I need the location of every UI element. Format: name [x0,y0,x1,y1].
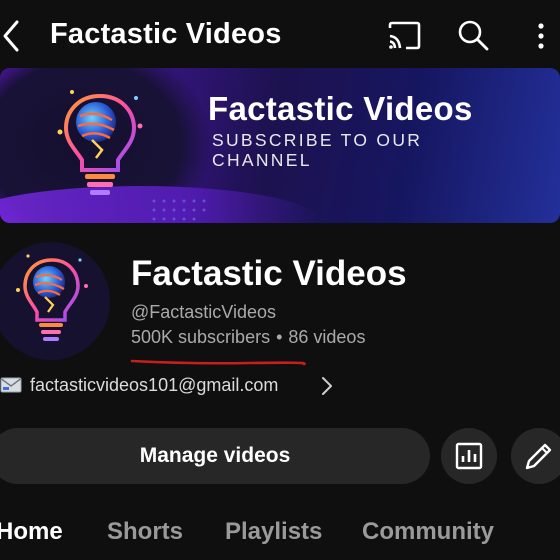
tab-playlists[interactable]: Playlists [225,518,322,546]
video-count: 86 videos [288,327,366,347]
channel-links-row[interactable]: factasticvideos101@gmail.com [0,372,345,398]
channel-avatar[interactable] [0,242,110,360]
manage-videos-label: Manage videos [139,444,291,467]
banner-subtitle: SUBSCRIBE TO OUR CHANNEL [212,130,423,170]
search-button[interactable] [456,18,490,52]
search-icon [458,20,489,51]
analytics-icon [455,442,483,470]
top-app-bar: Factastic Videos [0,0,560,70]
manage-videos-button[interactable]: Manage videos [0,428,430,484]
channel-email: factasticvideos101@gmail.com [30,374,279,395]
tab-home[interactable]: Home [0,518,63,546]
dot-pattern-decoration [152,199,206,221]
tab-shorts[interactable]: Shorts [107,518,183,546]
back-button[interactable] [0,14,30,58]
edit-channel-button[interactable] [511,428,560,484]
banner-title: Factastic Videos [208,90,473,127]
more-vertical-icon [538,23,544,49]
page-title: Factastic Videos [50,18,282,50]
lightbulb-icon [57,90,143,195]
separator-dot: • [276,327,283,347]
channel-banner: Factastic Videos SUBSCRIBE TO OUR CHANNE… [0,68,560,223]
analytics-button[interactable] [441,428,497,484]
lightbulb-icon [16,254,88,341]
red-underline-annotation [130,359,306,366]
channel-handle: @FactasticVideos [131,302,277,322]
email-icon [0,377,22,393]
cast-button[interactable] [386,20,422,52]
chevron-right-icon [322,377,332,395]
tab-community[interactable]: Community [362,518,494,546]
channel-name: Factastic Videos [131,254,407,293]
cast-icon [388,21,421,50]
pencil-icon [525,443,552,470]
channel-tabs: Home Shorts Playlists Community [0,518,560,560]
chevron-left-icon [3,20,19,52]
channel-stats: 500K subscribers • 86 videos [131,327,365,348]
subscriber-count: 500K subscribers [131,327,271,347]
more-options-button[interactable] [530,18,552,54]
